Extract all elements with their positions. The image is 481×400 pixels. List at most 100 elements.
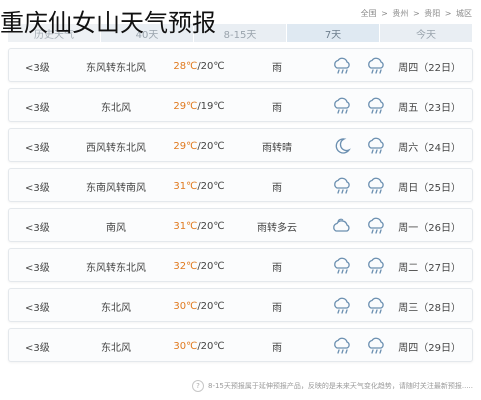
rain-cloud-icon [365, 257, 387, 275]
forecast-row[interactable]: <3级 西风转东北风 29℃/20℃ 雨转晴 周六 （24日） [8, 128, 473, 162]
rain-cloud-icon [331, 297, 353, 315]
temperature-high: 32℃ [173, 260, 198, 272]
rain-cloud-icon [365, 137, 387, 155]
rain-cloud-icon [365, 97, 387, 115]
temperature: 31℃/20℃ [169, 209, 229, 243]
info-icon: ? [191, 380, 204, 392]
weekday: 周六 [398, 142, 419, 154]
wind-direction: 东北风 [101, 102, 131, 114]
weekday: 周四 [398, 62, 419, 74]
weather-condition: 雨 [272, 62, 282, 74]
day-label: 周五 （23日） [398, 89, 469, 123]
temperature-high: 29℃ [173, 140, 198, 152]
date: （27日） [418, 262, 461, 274]
wind-level: <3级 [25, 222, 50, 234]
temperature: 31℃/20℃ [169, 169, 229, 203]
rain-cloud-icon [365, 177, 387, 195]
breadcrumb-item-city[interactable]: 贵阳 [424, 9, 440, 18]
weekday: 周四 [398, 342, 419, 354]
weather-condition: 雨 [272, 262, 282, 274]
weekday: 周三 [398, 302, 419, 314]
date: （26日） [418, 222, 461, 234]
rain-cloud-icon [365, 217, 387, 235]
tab-7-days[interactable]: 7天 [287, 24, 380, 42]
temperature: 30℃/20℃ [169, 329, 229, 363]
weather-icons [327, 249, 391, 283]
temperature-high: 30℃ [173, 300, 198, 312]
temperature-high: 28℃ [173, 60, 198, 72]
weekday: 周五 [398, 102, 419, 114]
breadcrumb: 全国 > 贵州 > 贵阳 > 城区 [360, 8, 473, 19]
forecast-row[interactable]: <3级 东南风转南风 31℃/20℃ 雨 周日 （25日） [8, 168, 473, 202]
breadcrumb-item-province[interactable]: 贵州 [392, 9, 408, 18]
breadcrumb-item-country[interactable]: 全国 [361, 9, 377, 18]
date: （29日） [418, 342, 461, 354]
weather-condition: 雨转晴 [262, 142, 292, 154]
weather-icons [327, 129, 391, 163]
forecast-row[interactable]: <3级 东风转东北风 28℃/20℃ 雨 周四 （22日） [8, 48, 473, 82]
temperature-low: /20℃ [197, 340, 225, 352]
wind-level: <3级 [25, 102, 50, 114]
footer-text: 8-15天预报属于延伸预报产品，反映的是未来天气变化趋势，请随时关注最新预报..… [207, 382, 473, 390]
temperature-high: 30℃ [173, 340, 198, 352]
weather-condition: 雨 [272, 342, 282, 354]
forecast-list: <3级 东风转东北风 28℃/20℃ 雨周四 （22日） <3级 东北风 29℃/19℃ 雨周五… [8, 48, 473, 368]
rain-cloud-icon [331, 177, 353, 195]
temperature: 29℃/19℃ [169, 89, 229, 123]
date: （25日） [418, 182, 461, 194]
date: （22日） [418, 62, 461, 74]
temperature-low: /20℃ [197, 220, 225, 232]
date: （28日） [418, 302, 461, 314]
wind-direction: 西风转东北风 [86, 142, 146, 154]
wind-level: <3级 [25, 262, 50, 274]
moon-icon [331, 137, 353, 155]
weather-condition: 雨 [272, 182, 282, 194]
weekday: 周日 [398, 182, 419, 194]
wind-direction: 东北风 [101, 302, 131, 314]
temperature: 29℃/20℃ [169, 129, 229, 163]
day-label: 周四 （29日） [398, 329, 469, 363]
breadcrumb-separator: > [412, 9, 420, 18]
weekday: 周二 [398, 262, 419, 274]
temperature: 30℃/20℃ [169, 289, 229, 323]
temperature-low: /20℃ [197, 180, 225, 192]
weather-icons [327, 89, 391, 123]
weather-condition: 雨 [272, 302, 282, 314]
day-label: 周六 （24日） [398, 129, 469, 163]
forecast-row[interactable]: <3级 南风 31℃/20℃ 雨转多云 周一 （26日） [8, 208, 473, 242]
weather-icons [327, 169, 391, 203]
wind-direction: 东风转东北风 [86, 262, 146, 274]
wind-direction: 东北风 [101, 342, 131, 354]
weather-condition: 雨转多云 [257, 222, 297, 234]
rain-cloud-icon [331, 97, 353, 115]
day-label: 周二 （27日） [398, 249, 469, 283]
weather-icons [327, 209, 391, 243]
weather-icons [327, 329, 391, 363]
wind-direction: 东风转东北风 [86, 62, 146, 74]
rain-cloud-icon [331, 257, 353, 275]
rain-cloud-icon [365, 337, 387, 355]
wind-level: <3级 [25, 62, 50, 74]
footer-note: ? 8-15天预报属于延伸预报产品，反映的是未来天气变化趋势，请随时关注最新预报… [8, 376, 473, 396]
wind-level: <3级 [25, 182, 50, 194]
wind-level: <3级 [25, 302, 50, 314]
temperature-low: /19℃ [197, 100, 225, 112]
weather-icons [327, 49, 391, 83]
breadcrumb-separator: > [444, 9, 452, 18]
rain-cloud-icon [365, 57, 387, 75]
page-title: 重庆仙女山天气预报 [0, 9, 216, 37]
forecast-row[interactable]: <3级 东北风 29℃/19℃ 雨 周五 （23日） [8, 88, 473, 122]
forecast-row[interactable]: <3级 东北风 30℃/20℃ 雨 周三 （28日） [8, 288, 473, 322]
temperature-low: /20℃ [197, 300, 225, 312]
temperature-high: 31℃ [173, 220, 198, 232]
forecast-row[interactable]: <3级 东北风 30℃/20℃ 雨 周四 （29日） [8, 328, 473, 362]
weather-condition: 雨 [272, 102, 282, 114]
temperature-low: /20℃ [197, 60, 225, 72]
breadcrumb-item-district: 城区 [456, 9, 472, 18]
breadcrumb-separator: > [381, 9, 388, 18]
day-label: 周日 （25日） [398, 169, 469, 203]
temperature: 28℃/20℃ [169, 49, 229, 83]
tab-today[interactable]: 今天 [380, 24, 473, 42]
forecast-row[interactable]: <3级 东风转东北风 32℃/20℃ 雨 周二 （27日） [8, 248, 473, 282]
rain-cloud-icon [331, 57, 353, 75]
